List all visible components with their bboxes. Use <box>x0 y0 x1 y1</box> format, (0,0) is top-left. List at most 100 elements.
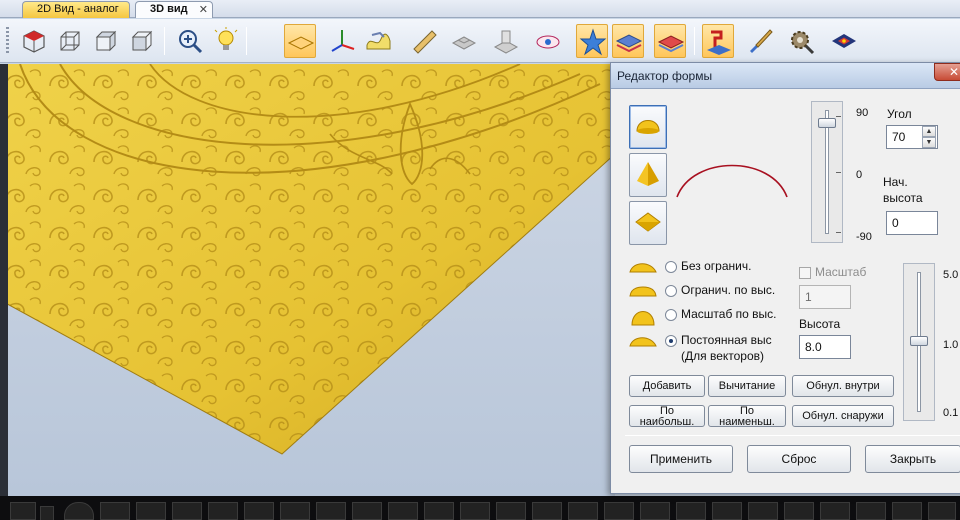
angle-slider-thumb[interactable] <box>818 118 836 129</box>
tab-2d-view[interactable]: 2D Вид - аналог <box>22 1 130 18</box>
thumbnail-cell[interactable] <box>604 502 634 520</box>
light-bulb-icon[interactable] <box>210 24 242 58</box>
thumbnail-cell[interactable] <box>568 502 598 520</box>
cube-front-icon[interactable] <box>90 24 122 58</box>
dome-shape-button[interactable] <box>629 105 667 149</box>
start-height-field[interactable]: 0 <box>886 211 938 235</box>
angle-slider-track[interactable] <box>825 110 829 234</box>
scale-field[interactable]: 1 <box>799 285 851 309</box>
tab-3d-label: 3D вид <box>150 3 188 15</box>
thumbnail-cell[interactable] <box>388 502 418 520</box>
mode-constant-height-label: Постоянная выс <box>681 333 772 347</box>
thumbnail-cell[interactable] <box>10 502 36 520</box>
tab-close-icon[interactable]: ✕ <box>199 3 208 16</box>
height-value: 8.0 <box>805 340 822 354</box>
pyramid-shape-button[interactable] <box>629 153 667 197</box>
hud-icon[interactable] <box>828 24 860 58</box>
thumbnail-cell[interactable] <box>820 502 850 520</box>
tab-2d-label: 2D Вид - аналог <box>37 3 119 15</box>
cube-side-icon[interactable] <box>126 24 158 58</box>
axes-icon[interactable] <box>326 24 358 58</box>
start-height-label-1: Нач. <box>883 175 908 189</box>
chisel-icon[interactable] <box>408 24 440 58</box>
dialog-title-bar[interactable]: Редактор формы ✕ <box>611 63 960 89</box>
mode-limit-height-label: Огранич. по выс. <box>681 283 776 297</box>
angle-value: 70 <box>892 130 906 144</box>
mode-constant-height-radio[interactable] <box>665 335 677 347</box>
cube-wire-icon[interactable] <box>54 24 86 58</box>
height-slider-thumb[interactable] <box>910 336 928 346</box>
angle-max-label: 90 <box>856 107 869 119</box>
thumbnail-cell[interactable] <box>460 502 490 520</box>
viewport-left-border <box>0 64 8 496</box>
zero-outside-button[interactable]: Обнул. снаружи <box>792 405 894 427</box>
thumbnail-cell[interactable] <box>856 502 886 520</box>
thumbnail-cell[interactable] <box>892 502 922 520</box>
paint-icon[interactable] <box>702 24 734 58</box>
tab-3d-view[interactable]: 3D вид ✕ <box>135 1 213 18</box>
mesh-icon[interactable] <box>448 24 480 58</box>
dialog-close-button[interactable]: ✕ <box>934 63 960 81</box>
scale-checkbox[interactable] <box>799 267 811 279</box>
close-button[interactable]: Закрыть <box>865 445 960 473</box>
thumbnail-cell[interactable] <box>40 506 54 520</box>
toolbar-separator <box>246 27 247 55</box>
thumbnail-cell[interactable] <box>784 502 814 520</box>
plane-view-icon[interactable] <box>284 24 316 58</box>
thumbnail-cell[interactable] <box>748 502 778 520</box>
view-iso-red-icon[interactable] <box>18 24 50 58</box>
angle-slider[interactable] <box>811 101 843 243</box>
thumbnail-cell[interactable] <box>100 502 130 520</box>
thumbnail-cell[interactable] <box>280 502 310 520</box>
start-height-label-2: высота <box>883 191 923 205</box>
shape-editor-dialog: Редактор формы ✕ 90 0 -90 Угол 70 ▲ ▼ На… <box>610 62 960 494</box>
reset-button[interactable]: Сброс <box>747 445 851 473</box>
by-min-button[interactable]: По наименьш. <box>708 405 786 427</box>
settings-icon[interactable] <box>786 24 818 58</box>
thumbnail-cell[interactable] <box>712 502 742 520</box>
thumbnail-cell[interactable] <box>244 502 274 520</box>
mode-scale-height-radio[interactable] <box>665 309 677 321</box>
thumbnail-cell[interactable] <box>316 502 346 520</box>
zoom-icon[interactable] <box>174 24 206 58</box>
dome-flat-icon <box>629 286 657 297</box>
thumbnail-cell[interactable] <box>352 502 382 520</box>
relief-icon[interactable] <box>362 24 394 58</box>
mode-no-limit-radio[interactable] <box>665 261 677 273</box>
toolbar-grip[interactable] <box>6 27 9 55</box>
thumbnail-cell[interactable] <box>640 502 670 520</box>
3d-viewport[interactable] <box>0 64 615 496</box>
mode-limit-height-radio[interactable] <box>665 285 677 297</box>
brush-icon[interactable] <box>744 24 776 58</box>
thumbnail-cell[interactable] <box>928 502 956 520</box>
surface-icon[interactable] <box>490 24 522 58</box>
angle-spin-up[interactable]: ▲ <box>922 126 936 137</box>
thumbnail-cell[interactable] <box>424 502 454 520</box>
height-min-label: 0.1 <box>943 407 959 419</box>
thumbnail-cell[interactable] <box>496 502 526 520</box>
thumbnail-cell[interactable] <box>208 502 238 520</box>
tick <box>836 116 841 117</box>
pyramid-shape-icon <box>637 162 659 186</box>
eye-icon[interactable] <box>532 24 564 58</box>
thumbnail-cell[interactable] <box>64 502 94 520</box>
diamond-shape-button[interactable] <box>629 201 667 245</box>
thumbnail-cell[interactable] <box>532 502 562 520</box>
star-icon[interactable] <box>576 24 608 58</box>
apply-button[interactable]: Применить <box>629 445 733 473</box>
zero-inside-button[interactable]: Обнул. внутри <box>792 375 894 397</box>
layers-flat-icon[interactable] <box>654 24 686 58</box>
angle-spin-down[interactable]: ▼ <box>922 137 936 148</box>
add-button[interactable]: Добавить <box>629 375 705 397</box>
layers-icon[interactable] <box>612 24 644 58</box>
height-field[interactable]: 8.0 <box>799 335 851 359</box>
toolbar-separator <box>694 27 695 55</box>
by-max-button[interactable]: По наибольш. <box>629 405 705 427</box>
thumbnail-cell[interactable] <box>136 502 166 520</box>
thumbnail-cell[interactable] <box>676 502 706 520</box>
scale-value: 1 <box>805 290 812 304</box>
thumbnail-cell[interactable] <box>172 502 202 520</box>
height-slider[interactable] <box>903 263 935 421</box>
subtract-button[interactable]: Вычитание <box>708 375 786 397</box>
start-height-value: 0 <box>892 216 899 230</box>
